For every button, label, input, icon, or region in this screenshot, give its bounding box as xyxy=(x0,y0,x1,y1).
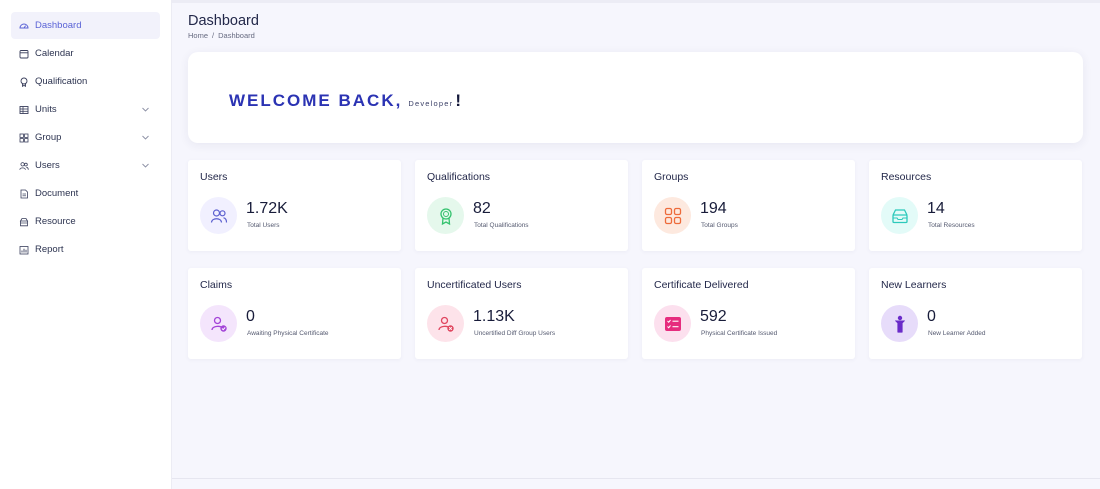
stat-card-new-learners[interactable]: New Learners 0 New Learner Added xyxy=(869,268,1082,359)
stat-label: Awaiting Physical Certificate xyxy=(247,330,329,337)
welcome-username: Developer xyxy=(408,99,454,108)
sidebar-item-group[interactable]: Group xyxy=(11,124,160,151)
stat-card-claims[interactable]: Claims 0 Awaiting Physical Certificate xyxy=(188,268,401,359)
stat-title: Resources xyxy=(881,171,932,183)
stat-label: New Learner Added xyxy=(928,330,986,337)
sidebar: Dashboard Calendar Qualification Units G… xyxy=(0,0,172,489)
group-icon xyxy=(19,133,29,143)
breadcrumb: Home / Dashboard xyxy=(188,31,255,40)
welcome-message: WELCOME BACK, Developer ! xyxy=(229,91,461,111)
stat-value: 0 xyxy=(246,308,255,325)
units-icon xyxy=(19,105,29,115)
stat-title: Claims xyxy=(200,279,233,291)
stat-value: 1.72K xyxy=(246,200,288,217)
report-icon xyxy=(19,245,29,255)
stat-value: 82 xyxy=(473,200,491,217)
sidebar-item-dashboard[interactable]: Dashboard xyxy=(11,12,160,39)
user-x-icon xyxy=(427,305,464,342)
stat-label: Total Groups xyxy=(701,222,738,229)
users-icon xyxy=(19,161,29,171)
sidebar-item-units[interactable]: Units xyxy=(11,96,160,123)
welcome-text: WELCOME BACK, xyxy=(229,91,403,110)
breadcrumb-home-link[interactable]: Home xyxy=(188,31,208,40)
stat-card-uncertificated-users[interactable]: Uncertificated Users 1.13K Uncertified D… xyxy=(415,268,628,359)
stat-label: Total Resources xyxy=(928,222,975,229)
sidebar-item-label: Users xyxy=(35,160,60,171)
grid-icon xyxy=(654,197,691,234)
sidebar-item-users[interactable]: Users xyxy=(11,152,160,179)
sidebar-item-calendar[interactable]: Calendar xyxy=(11,40,160,67)
stat-label: Uncertified Diff Group Users xyxy=(474,330,556,337)
stat-label: Physical Certificate Issued xyxy=(701,330,778,337)
stat-card-users[interactable]: Users 1.72K Total Users xyxy=(188,160,401,251)
stat-card-certificate-delivered[interactable]: Certificate Delivered 592 Physical Certi… xyxy=(642,268,855,359)
welcome-card: WELCOME BACK, Developer ! xyxy=(188,52,1083,143)
stat-value: 194 xyxy=(700,200,727,217)
stat-value: 0 xyxy=(927,308,936,325)
stat-card-resources[interactable]: Resources 14 Total Resources xyxy=(869,160,1082,251)
learner-icon xyxy=(881,305,918,342)
stat-title: Certificate Delivered xyxy=(654,279,749,291)
stat-title: New Learners xyxy=(881,279,947,291)
sidebar-item-qualification[interactable]: Qualification xyxy=(11,68,160,95)
sidebar-item-resource[interactable]: Resource xyxy=(11,208,160,235)
calendar-icon xyxy=(19,49,29,59)
checklist-icon xyxy=(654,305,691,342)
footer-divider xyxy=(172,478,1100,479)
sidebar-item-label: Dashboard xyxy=(35,20,82,31)
stat-card-qualifications[interactable]: Qualifications 82 Total Qualifications xyxy=(415,160,628,251)
sidebar-item-label: Calendar xyxy=(35,48,74,59)
resource-icon xyxy=(19,217,29,227)
stat-value: 1.13K xyxy=(473,308,515,325)
stat-value: 14 xyxy=(927,200,945,217)
award-icon xyxy=(427,197,464,234)
dashboard-icon xyxy=(19,21,29,31)
sidebar-item-label: Units xyxy=(35,104,57,115)
document-icon xyxy=(19,189,29,199)
qualification-icon xyxy=(19,77,29,87)
stat-label: Total Qualifications xyxy=(474,222,529,229)
breadcrumb-current: Dashboard xyxy=(218,31,255,40)
chevron-down-icon[interactable] xyxy=(141,133,150,142)
sidebar-item-label: Resource xyxy=(35,216,76,227)
stat-value: 592 xyxy=(700,308,727,325)
sidebar-item-label: Qualification xyxy=(35,76,88,87)
breadcrumb-separator: / xyxy=(212,31,215,40)
stat-title: Groups xyxy=(654,171,689,183)
chevron-down-icon[interactable] xyxy=(141,105,150,114)
sidebar-nav: Dashboard Calendar Qualification Units G… xyxy=(11,12,160,264)
sidebar-item-document[interactable]: Document xyxy=(11,180,160,207)
stat-title: Uncertificated Users xyxy=(427,279,522,291)
stat-label: Total Users xyxy=(247,222,280,229)
stat-title: Users xyxy=(200,171,228,183)
stat-title: Qualifications xyxy=(427,171,491,183)
stat-card-groups[interactable]: Groups 194 Total Groups xyxy=(642,160,855,251)
users-icon xyxy=(200,197,237,234)
user-check-icon xyxy=(200,305,237,342)
sidebar-item-report[interactable]: Report xyxy=(11,236,160,263)
chevron-down-icon[interactable] xyxy=(141,161,150,170)
sidebar-item-label: Document xyxy=(35,188,79,199)
welcome-exclamation: ! xyxy=(455,91,461,110)
sidebar-item-label: Report xyxy=(35,244,64,255)
sidebar-item-label: Group xyxy=(35,132,62,143)
inbox-icon xyxy=(881,197,918,234)
page-title: Dashboard xyxy=(188,13,259,29)
